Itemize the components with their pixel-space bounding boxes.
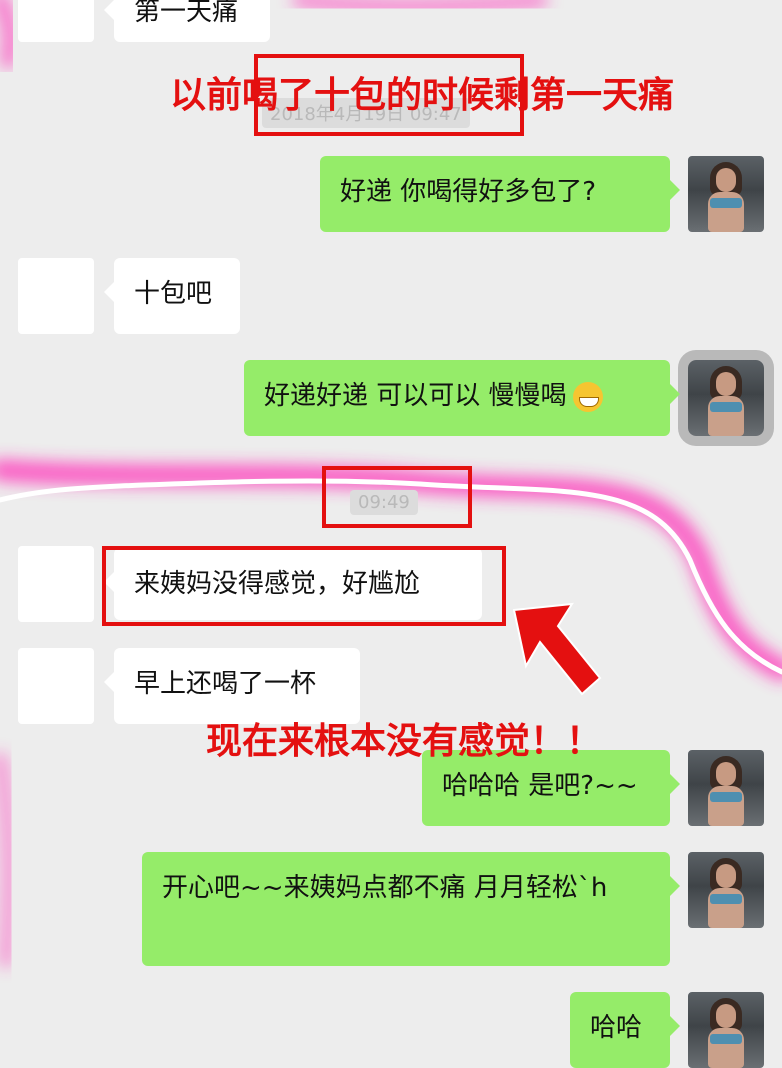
message-text: 哈哈哈 是吧?~~	[442, 771, 638, 801]
annotation-text: 以前喝了十包的时候剩第一天痛	[170, 75, 675, 116]
message-text: 哈哈	[590, 1013, 643, 1043]
message-bubble-right[interactable]: 好递好递 可以可以 慢慢喝	[244, 360, 680, 436]
annotation-red-box	[322, 466, 472, 528]
message-text: 十包吧	[134, 279, 213, 309]
message-text: 早上还喝了一杯	[134, 669, 317, 699]
annotation-text: 现在来根本没有感觉！！	[206, 721, 603, 762]
user-avatar[interactable]	[688, 156, 764, 232]
contact-avatar[interactable]	[18, 648, 94, 724]
user-avatar[interactable]	[688, 750, 764, 826]
contact-avatar[interactable]	[18, 0, 94, 42]
annotation-red-box	[102, 546, 506, 626]
grinning-face-icon	[572, 381, 603, 412]
contact-avatar[interactable]	[18, 258, 94, 334]
message-bubble-right[interactable]: 开心吧~~来姨妈点都不痛 月月轻松`h	[142, 852, 680, 966]
red-arrow-icon	[512, 602, 602, 696]
user-avatar[interactable]	[688, 992, 764, 1068]
chat-window: 第一天痛 2018年4月19日 09:47 以前喝了十包的时候剩第一天痛 好递 …	[0, 0, 782, 1068]
message-text: 开心吧~~来姨妈点都不痛 月月轻松`h	[162, 873, 608, 903]
message-bubble-left[interactable]: 第一天痛	[104, 0, 270, 42]
message-text: 好递 你喝得好多包了?	[340, 177, 597, 207]
message-bubble-right[interactable]: 哈哈	[570, 992, 680, 1068]
message-text: 好递好递 可以可以 慢慢喝	[264, 381, 567, 411]
message-bubble-right[interactable]: 好递 你喝得好多包了?	[320, 156, 680, 232]
message-bubble-left[interactable]: 十包吧	[104, 258, 240, 334]
contact-avatar[interactable]	[18, 546, 94, 622]
message-text: 第一天痛	[134, 0, 239, 27]
user-avatar[interactable]	[688, 360, 764, 436]
user-avatar[interactable]	[688, 852, 764, 928]
